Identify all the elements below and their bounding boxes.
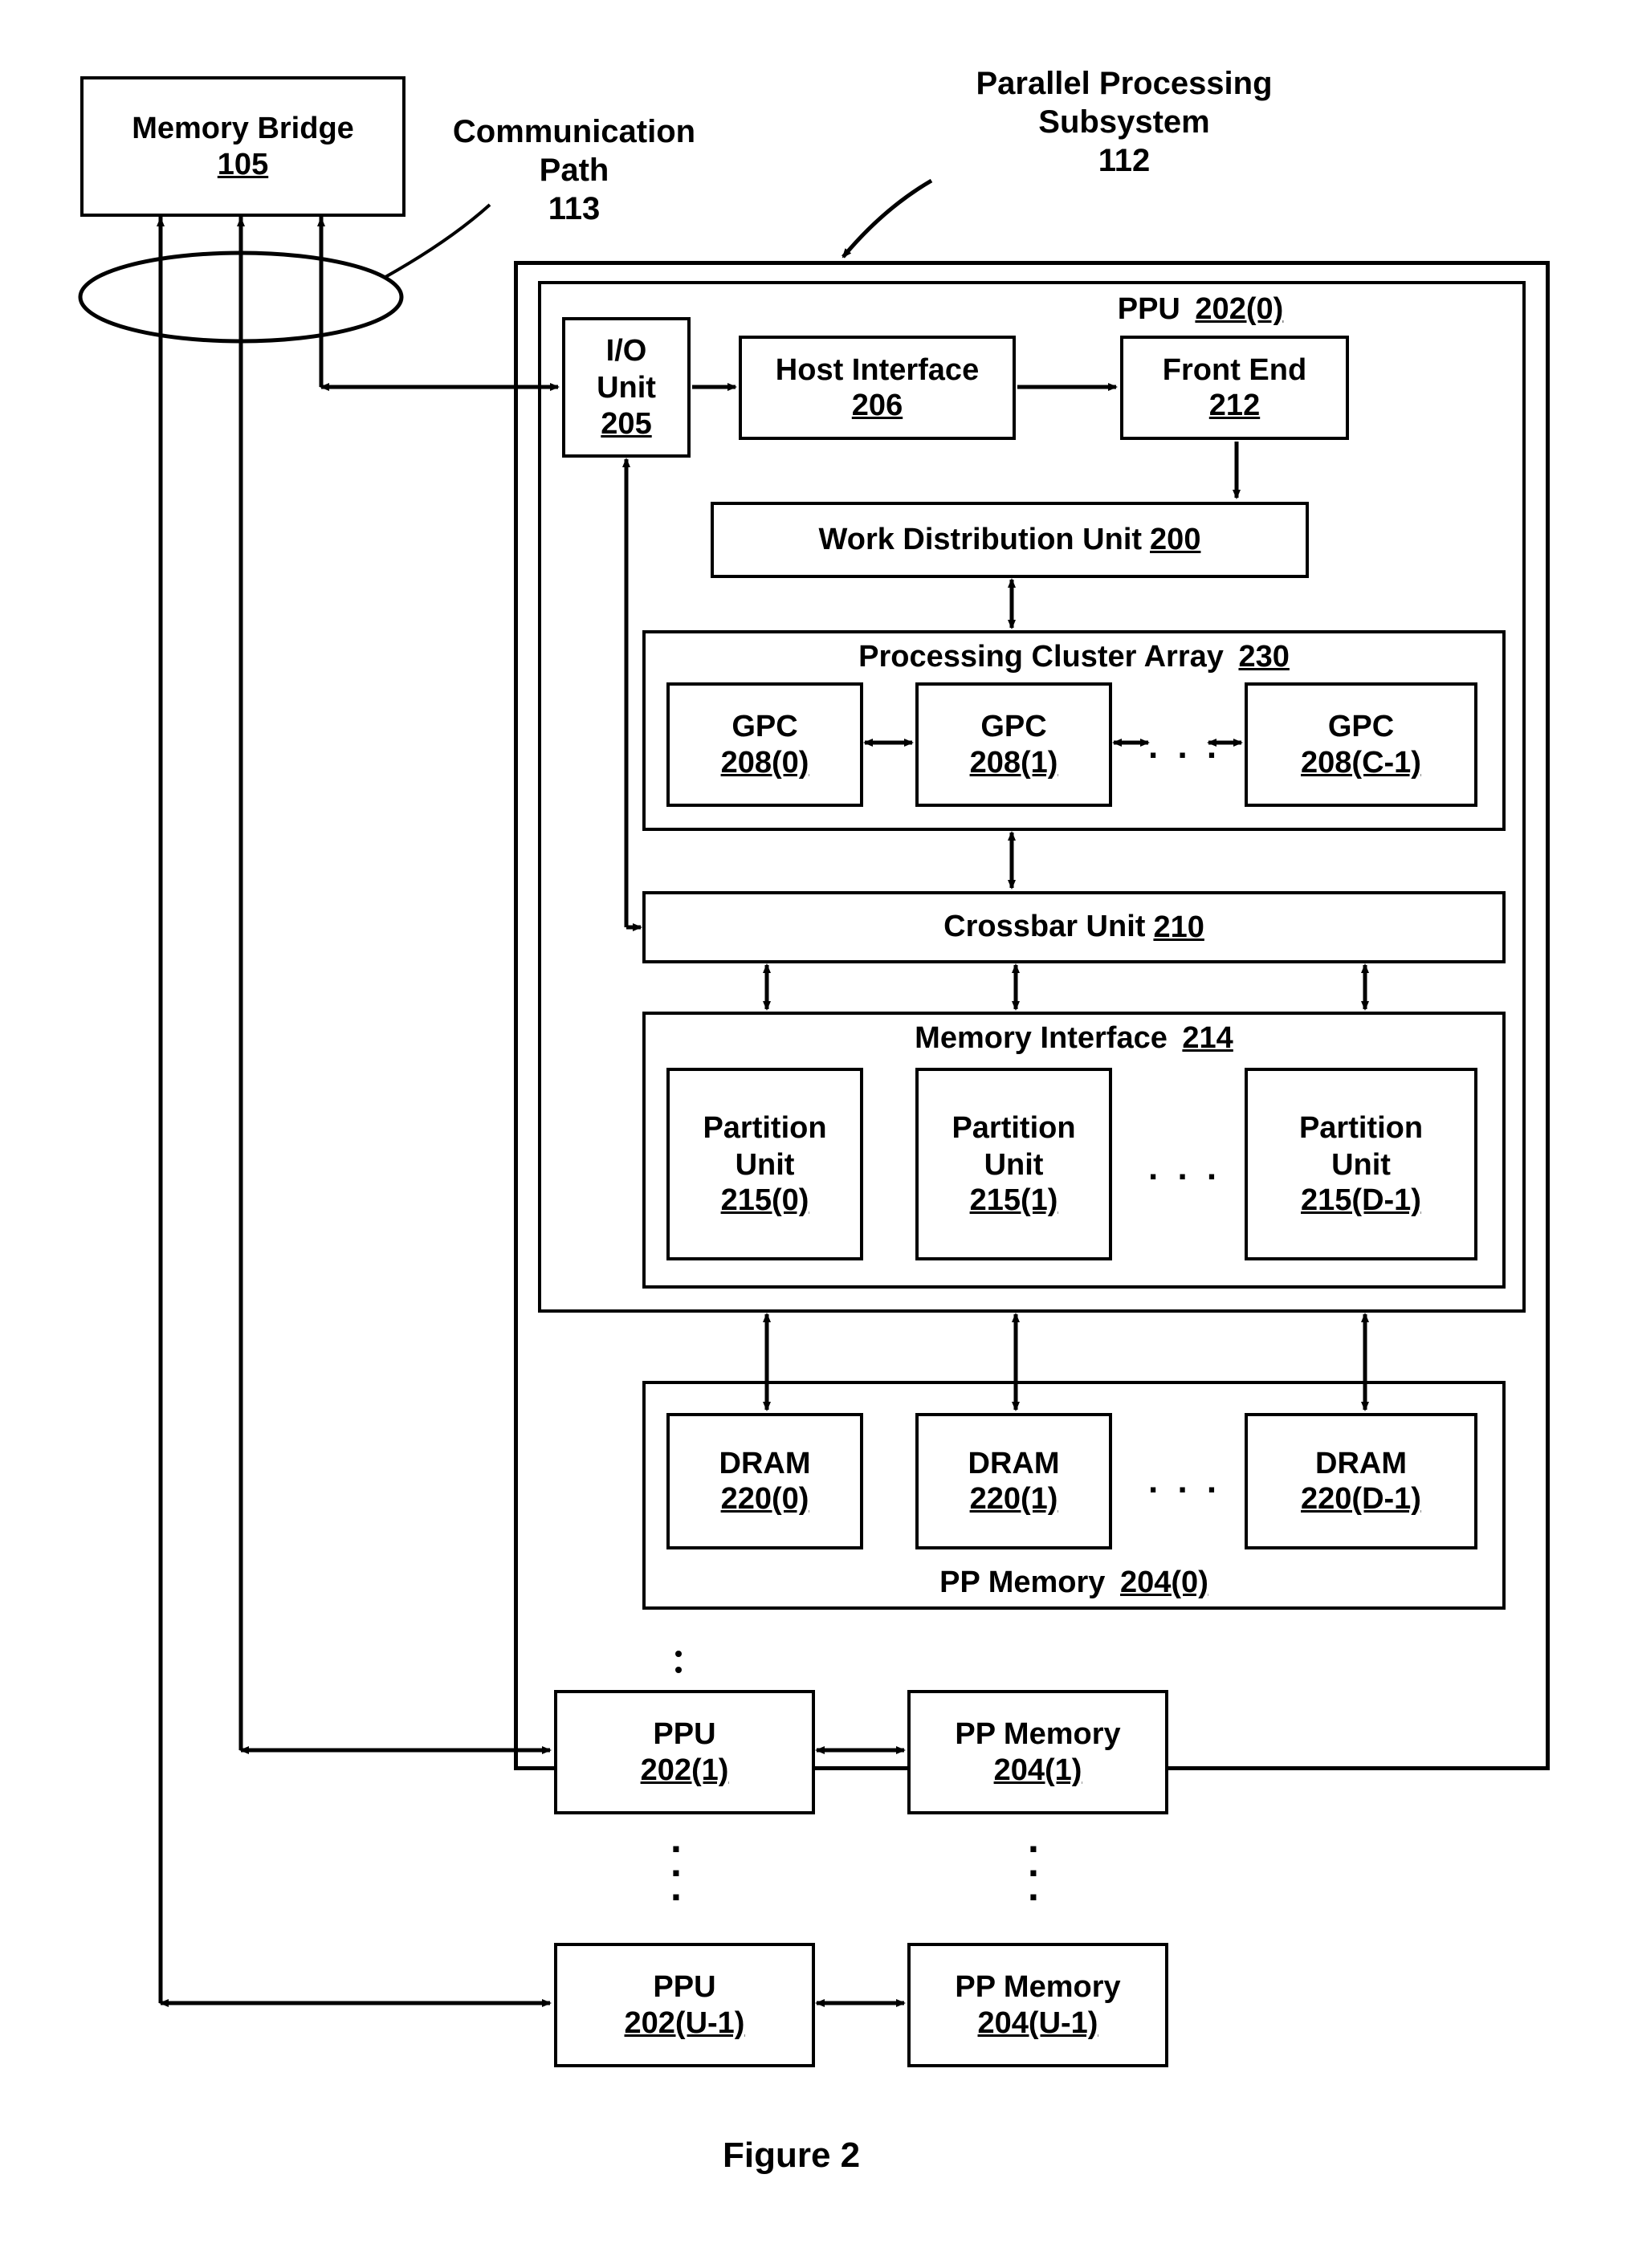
gpcN-num: 208(C-1)	[1301, 746, 1421, 780]
partition1-block: Partition Unit 215(1)	[915, 1068, 1112, 1260]
host-interface-block: Host Interface 206	[739, 336, 1016, 440]
subsystem-label: Parallel Processing Subsystem112	[943, 64, 1305, 180]
pca-title-num: 230	[1238, 640, 1289, 674]
partitionN-block: Partition Unit 215(D-1)	[1245, 1068, 1477, 1260]
host-interface-label: Host Interface	[776, 352, 979, 389]
memory-bridge-num: 105	[218, 148, 268, 182]
gpc1-num: 208(1)	[970, 746, 1058, 780]
ppu1-block: PPU 202(1)	[554, 1690, 815, 1814]
dram1-label: DRAM	[968, 1446, 1060, 1483]
partition0-block: Partition Unit 215(0)	[666, 1068, 863, 1260]
ppmem0-title: PP Memory 204(0)	[646, 1566, 1502, 1600]
partition1-label: Partition Unit	[952, 1110, 1075, 1183]
crossbar-block: Crossbar Unit 210	[642, 891, 1506, 963]
crossbar-num: 210	[1153, 910, 1204, 945]
subsystem-num: 112	[1098, 143, 1151, 178]
gpc0-num: 208(0)	[721, 746, 809, 780]
dram0-num: 220(0)	[721, 1482, 809, 1517]
partition0-label: Partition Unit	[703, 1110, 826, 1183]
front-end-block: Front End 212	[1120, 336, 1349, 440]
mi-title-label: Memory Interface	[915, 1021, 1168, 1055]
gpc1-label: GPC	[980, 709, 1046, 746]
ppmem1-block: PP Memory 204(1)	[907, 1690, 1168, 1814]
ppu1-label: PPU	[653, 1716, 715, 1753]
comm-path-label: Communication Path113	[438, 112, 711, 228]
partition-ellipsis: . . .	[1148, 1148, 1221, 1188]
ppuN-label: PPU	[653, 1969, 715, 2006]
ppmem-row-ellipsis: ...	[1028, 1826, 1039, 1899]
comm-path-num: 113	[548, 191, 601, 226]
ppmem0-title-label: PP Memory	[939, 1566, 1105, 1599]
figure-caption: Figure 2	[723, 2136, 860, 2176]
gpcN-label: GPC	[1328, 709, 1394, 746]
gpc-ellipsis: . . .	[1148, 727, 1221, 767]
memory-bridge-block: Memory Bridge 105	[80, 76, 405, 217]
io-unit-num: 205	[601, 407, 651, 442]
dram0-block: DRAM 220(0)	[666, 1413, 863, 1549]
ppmemN-label: PP Memory	[955, 1969, 1120, 2006]
host-interface-num: 206	[852, 389, 903, 423]
pca-title: Processing Cluster Array 230	[646, 640, 1502, 674]
ppmemN-num: 204(U-1)	[978, 2006, 1098, 2041]
partitionN-label: Partition Unit	[1299, 1110, 1423, 1183]
dram1-num: 220(1)	[970, 1482, 1058, 1517]
partition1-num: 215(1)	[970, 1183, 1058, 1218]
ppu-row-ellipsis: ...	[670, 1826, 682, 1899]
wdu-label: Work Distribution Unit	[819, 522, 1143, 559]
ppu0-title-label: PPU	[1118, 292, 1180, 326]
dramN-num: 220(D-1)	[1301, 1482, 1421, 1517]
ppuN-block: PPU 202(U-1)	[554, 1943, 815, 2067]
wdu-block: Work Distribution Unit 200	[711, 502, 1309, 578]
gpc1-block: GPC 208(1)	[915, 682, 1112, 807]
ppmem0-title-num: 204(0)	[1120, 1566, 1208, 1599]
subsystem-text: Parallel Processing Subsystem	[976, 66, 1272, 140]
front-end-label: Front End	[1163, 352, 1306, 389]
io-unit-label: I/O Unit	[597, 333, 656, 406]
front-end-num: 212	[1209, 389, 1260, 423]
crossbar-label: Crossbar Unit	[943, 909, 1145, 946]
mi-title-num: 214	[1182, 1021, 1233, 1055]
partition0-num: 215(0)	[721, 1183, 809, 1218]
comm-path-text: Communication Path	[453, 114, 695, 188]
ppmem1-label: PP Memory	[955, 1716, 1120, 1753]
io-unit-block: I/O Unit 205	[562, 317, 691, 458]
gpc0-block: GPC 208(0)	[666, 682, 863, 807]
memory-bridge-label: Memory Bridge	[132, 111, 354, 148]
dram0-label: DRAM	[719, 1446, 811, 1483]
ppmem1-num: 204(1)	[994, 1753, 1082, 1788]
dramN-label: DRAM	[1315, 1446, 1407, 1483]
ppu0-title-num: 202(0)	[1195, 292, 1283, 326]
ppu1-num: 202(1)	[641, 1753, 729, 1788]
dram1-block: DRAM 220(1)	[915, 1413, 1112, 1549]
dramN-block: DRAM 220(D-1)	[1245, 1413, 1477, 1549]
gpc0-label: GPC	[731, 709, 797, 746]
gpcN-block: GPC 208(C-1)	[1245, 682, 1477, 807]
mi-title: Memory Interface 214	[646, 1021, 1502, 1056]
wdu-num: 200	[1150, 523, 1200, 557]
ppuN-num: 202(U-1)	[625, 2006, 745, 2041]
pca-title-label: Processing Cluster Array	[858, 640, 1224, 674]
partitionN-num: 215(D-1)	[1301, 1183, 1421, 1218]
dram-ellipsis: . . .	[1148, 1461, 1221, 1501]
ppmemN-block: PP Memory 204(U-1)	[907, 1943, 1168, 2067]
